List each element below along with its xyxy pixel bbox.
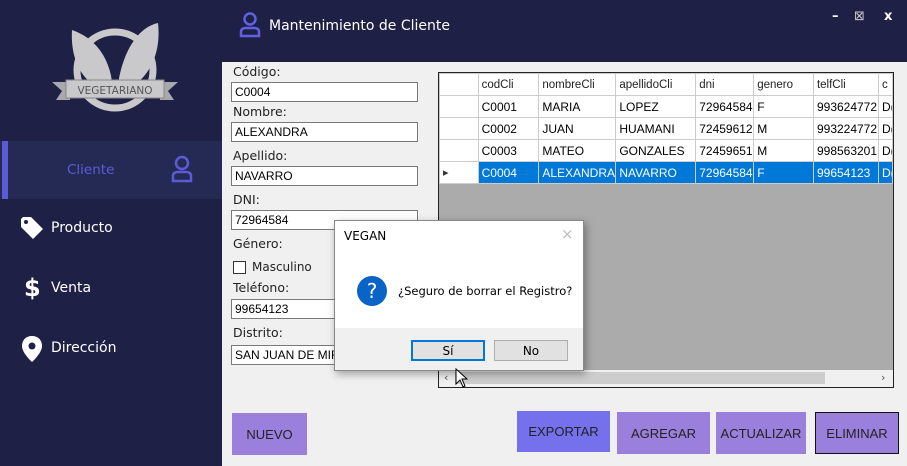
actualizar-button[interactable]: ACTUALIZAR [716, 412, 806, 454]
clientes-table: codCli nombreCli apellidoCli dni genero telfC… [439, 73, 893, 184]
user-icon [239, 12, 261, 41]
table-cell[interactable]: 998563201 [812, 139, 879, 162]
telefono-label: Teléfono: [233, 280, 290, 295]
eliminar-button[interactable]: ELIMINAR [815, 412, 899, 454]
location-pin-icon [22, 336, 42, 366]
genero-label: Género: [233, 236, 283, 251]
column-header[interactable]: c [877, 73, 893, 96]
row-header[interactable] [439, 95, 479, 118]
sidebar-item-label: Cliente [67, 162, 115, 178]
table-row[interactable]: C0001MARIALOPEZ72964584F993624772D( [439, 95, 893, 118]
sidebar: VEGETARIANO Cliente Producto $ Venta Dir… [0, 0, 222, 466]
mouse-cursor [455, 367, 469, 391]
scrollbar-thumb[interactable] [455, 372, 825, 384]
table-cell[interactable]: D( [877, 139, 893, 162]
dialog-title: VEGAN [344, 229, 387, 243]
row-header[interactable] [439, 139, 479, 162]
table-cell[interactable]: 72964584 [695, 95, 755, 118]
dni-label: DNI: [233, 192, 260, 207]
column-header[interactable]: apellidoCli [615, 73, 697, 96]
user-icon [171, 155, 193, 187]
sidebar-item-label: Producto [51, 220, 113, 236]
table-cell[interactable]: 993224772 [812, 117, 879, 140]
minimize-button[interactable]: – [832, 9, 839, 24]
column-header[interactable]: telfCli [812, 73, 879, 96]
table-cell[interactable]: D( [877, 117, 893, 140]
table-cell[interactable]: 72964584 [695, 161, 755, 184]
table-cell[interactable]: 993624772 [812, 95, 879, 118]
yes-button[interactable]: Sí [411, 340, 485, 361]
sidebar-item-label: Dirección [51, 340, 117, 356]
distrito-label: Distrito: [233, 325, 283, 340]
column-header[interactable]: dni [695, 73, 755, 96]
sidebar-item-cliente[interactable]: Cliente [0, 141, 222, 199]
table-cell[interactable]: M [753, 139, 814, 162]
table-cell[interactable]: C0003 [477, 139, 540, 162]
sidebar-item-producto[interactable]: Producto [0, 200, 222, 258]
nombre-label: Nombre: [233, 104, 287, 119]
masculino-label: Masculino [252, 260, 312, 274]
page-title: Mantenimiento de Cliente [269, 18, 451, 34]
table-cell[interactable]: GONZALES [615, 139, 697, 162]
table-row[interactable]: C0002JUANHUAMANI72459612M993224772D( [439, 117, 893, 140]
table-row[interactable]: C0003MATEOGONZALES72459651M998563201D( [439, 139, 893, 162]
table-cell[interactable]: M [753, 117, 814, 140]
nombre-input[interactable]: ALEXANDRA [231, 122, 418, 142]
table-row[interactable]: ▸ C0004 ALEXANDRA NAVARRO 72964584 F 99654123 D… [439, 161, 893, 184]
logo: VEGETARIANO [50, 18, 180, 118]
table-cell[interactable]: 99654123 [812, 161, 879, 184]
dialog-message: ¿Seguro de borrar el Registro? [398, 284, 573, 298]
dialog-footer: Sí No [335, 328, 583, 370]
row-header[interactable] [439, 117, 479, 140]
horizontal-scrollbar[interactable]: ‹ › [439, 370, 893, 387]
table-cell[interactable]: MARIA [538, 95, 617, 118]
active-indicator [2, 141, 8, 199]
table-cell[interactable]: JUAN [538, 117, 617, 140]
table-cell[interactable]: F [753, 161, 814, 184]
table-cell[interactable]: C0001 [477, 95, 540, 118]
sidebar-item-direccion[interactable]: Dirección [0, 320, 222, 378]
logo-text: VEGETARIANO [77, 85, 152, 97]
agregar-button[interactable]: AGREGAR [617, 412, 710, 454]
header: Mantenimiento de Cliente – ⊠ x [222, 0, 907, 62]
table-cell[interactable]: 72459651 [695, 139, 755, 162]
masculino-checkbox[interactable] [233, 261, 246, 274]
apellido-input[interactable]: NAVARRO [231, 166, 418, 186]
scroll-left-icon[interactable]: ‹ [444, 371, 448, 384]
table-cell[interactable]: D( [877, 161, 893, 184]
table-cell[interactable]: NAVARRO [615, 161, 697, 184]
question-icon: ? [357, 276, 387, 306]
maximize-button[interactable]: ⊠ [854, 9, 865, 24]
table-cell[interactable]: HUAMANI [615, 117, 697, 140]
row-header[interactable]: ▸ [439, 161, 479, 184]
dollar-icon: $ [24, 274, 41, 302]
confirm-dialog: VEGAN × ? ¿Seguro de borrar el Registro?… [334, 220, 584, 371]
close-button[interactable]: x [884, 9, 892, 24]
codigo-label: Código: [233, 64, 281, 79]
nuevo-button[interactable]: NUEVO [232, 413, 307, 455]
table-cell[interactable]: 72459612 [695, 117, 755, 140]
codigo-input[interactable]: C0004 [231, 82, 418, 102]
column-header[interactable]: nombreCli [538, 73, 617, 96]
exportar-button[interactable]: EXPORTAR [517, 411, 610, 452]
table-cell[interactable]: C0004 [477, 161, 540, 184]
column-header[interactable]: codCli [477, 73, 540, 96]
table-cell[interactable]: C0002 [477, 117, 540, 140]
column-header[interactable]: genero [753, 73, 814, 96]
table-cell[interactable]: LOPEZ [615, 95, 697, 118]
table-cell[interactable]: D( [877, 95, 893, 118]
apellido-label: Apellido: [233, 148, 288, 163]
table-cell[interactable]: MATEO [538, 139, 617, 162]
row-header[interactable] [439, 73, 479, 96]
sidebar-item-venta[interactable]: $ Venta [0, 260, 222, 318]
table-cell[interactable]: ALEXANDRA [538, 161, 617, 184]
sidebar-item-label: Venta [51, 280, 92, 296]
no-button[interactable]: No [494, 340, 568, 361]
scroll-right-icon[interactable]: › [881, 371, 885, 384]
table-header-row: codCli nombreCli apellidoCli dni genero telfC… [439, 73, 893, 96]
dialog-close-icon[interactable]: × [561, 225, 574, 243]
tag-icon [20, 217, 44, 245]
table-cell[interactable]: F [753, 95, 814, 118]
